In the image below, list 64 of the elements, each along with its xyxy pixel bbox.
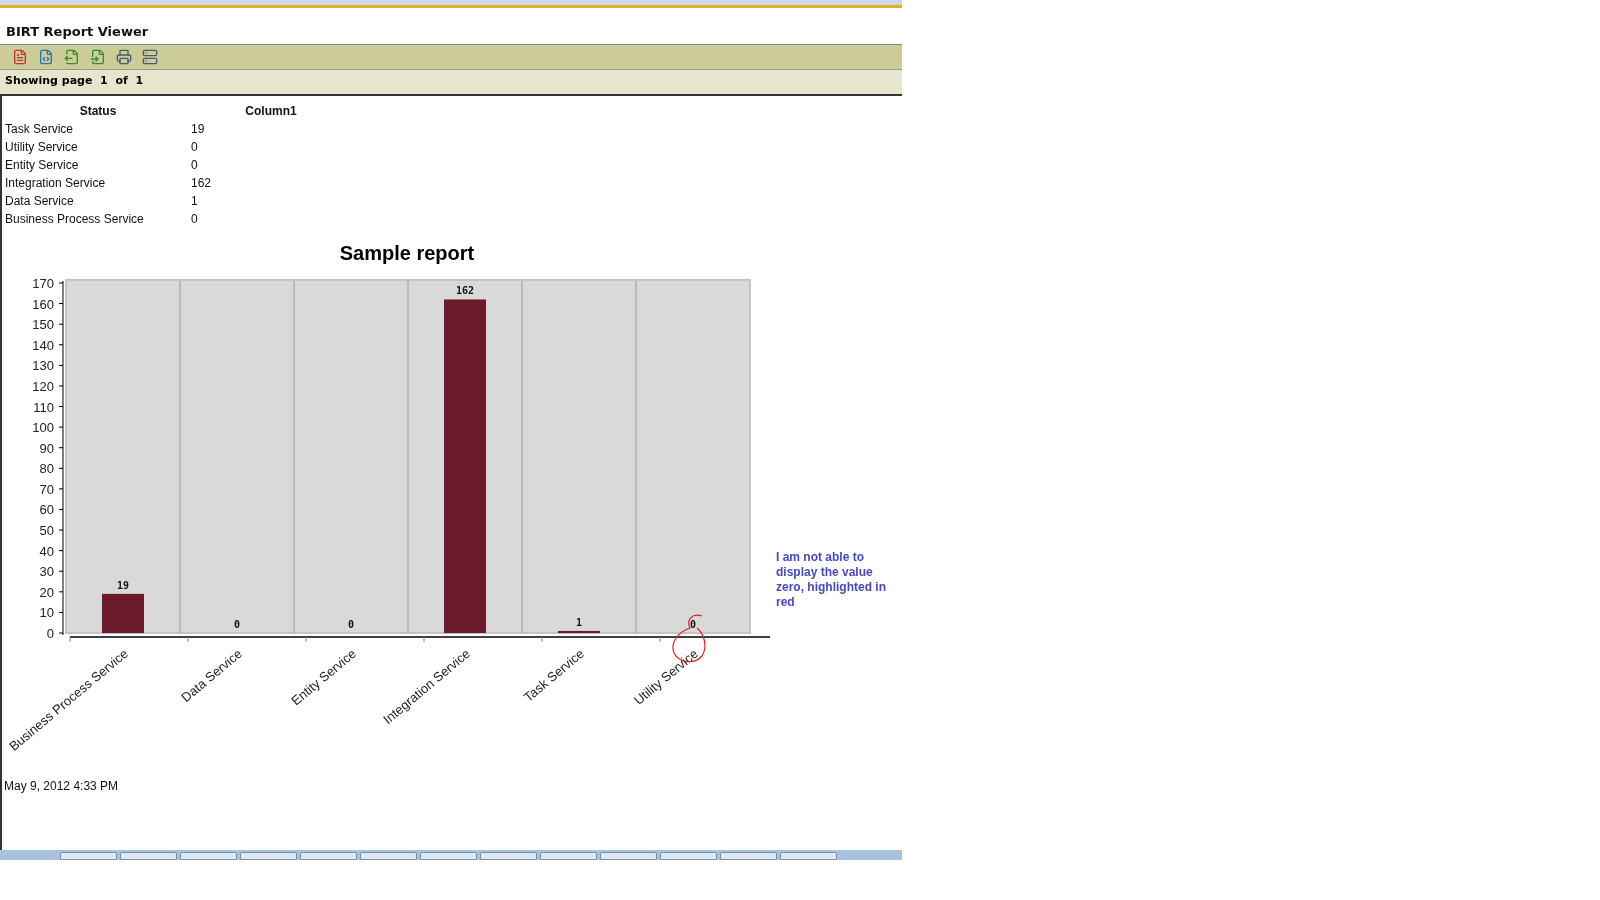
y-tick-label: 30 — [39, 563, 54, 579]
taskbar-button[interactable] — [300, 852, 357, 860]
y-tick-label: 160 — [32, 296, 54, 312]
table-cell-text: 0 — [191, 156, 199, 174]
y-tick-label: 40 — [39, 543, 54, 559]
import-document-icon[interactable] — [90, 48, 106, 65]
code-document-icon[interactable] — [38, 48, 54, 65]
bar-value-label: 1 — [576, 616, 582, 628]
report-timestamp: May 9, 2012 4:33 PM — [4, 777, 120, 795]
taskbar-button[interactable] — [480, 852, 537, 860]
y-tick-label: 70 — [39, 481, 54, 497]
bar-value-label: 0 — [690, 618, 696, 630]
taskbar-button[interactable] — [180, 852, 237, 860]
y-tick-label: 170 — [32, 275, 54, 291]
annotation-note: I am not able to display the value zero, highlighted in red — [776, 549, 887, 610]
taskbar-button[interactable] — [360, 852, 417, 860]
printer-icon[interactable] — [116, 48, 132, 65]
y-tick-label: 50 — [39, 522, 54, 538]
table-cell-text: 162 — [191, 174, 213, 192]
table-cell-text: 19 — [191, 120, 206, 138]
column-header: Status — [78, 102, 118, 120]
y-tick-label: 120 — [32, 378, 54, 394]
column-header: Column1 — [244, 102, 298, 120]
table-cell-text: Task Service — [5, 120, 75, 138]
bar-value-label: 162 — [455, 284, 475, 296]
taskbar-button[interactable] — [420, 852, 477, 860]
table-cell-text: Data Service — [5, 192, 75, 210]
y-tick-label: 110 — [33, 399, 54, 415]
taskbar-button[interactable] — [780, 852, 837, 860]
taskbar-button[interactable] — [540, 852, 597, 860]
server-icon[interactable] — [142, 48, 158, 65]
table-cell-text: Entity Service — [5, 156, 80, 174]
y-tick-label: 150 — [32, 316, 54, 332]
bar-value-label: 0 — [234, 618, 240, 630]
y-tick-label: 60 — [39, 501, 54, 517]
taskbar-button[interactable] — [120, 852, 177, 860]
table-cell-text: Integration Service — [5, 174, 107, 192]
y-tick-label: 100 — [32, 419, 54, 435]
table-cell-text: 0 — [191, 138, 199, 156]
page-status: Showing page 1 of 1 — [5, 73, 144, 90]
bar — [102, 593, 144, 633]
y-tick-label: 10 — [39, 604, 54, 620]
taskbar-button[interactable] — [240, 852, 297, 860]
chart-title: Sample report — [339, 240, 475, 266]
y-tick-label: 140 — [32, 337, 54, 353]
y-tick-label: 80 — [39, 460, 54, 476]
bar-value-label: 0 — [348, 618, 354, 630]
y-tick-label: 20 — [39, 584, 54, 600]
bar — [558, 630, 600, 633]
taskbar-button[interactable] — [660, 852, 717, 860]
taskbar-button[interactable] — [60, 852, 117, 860]
bar-value-label: 19 — [117, 579, 129, 591]
table-cell-text: Business Process Service — [5, 210, 145, 228]
export-document-icon[interactable] — [64, 48, 80, 65]
document-icon[interactable] — [12, 48, 28, 65]
taskbar-button[interactable] — [600, 852, 657, 860]
y-tick-label: 90 — [39, 440, 54, 456]
taskbar-button[interactable] — [720, 852, 777, 860]
viewer-title: BIRT Report Viewer — [6, 23, 150, 41]
table-cell-text: Utility Service — [5, 138, 79, 156]
table-cell-text: 1 — [191, 192, 199, 210]
y-tick-label: 130 — [32, 357, 54, 373]
table-cell-text: 0 — [191, 210, 199, 228]
y-tick-label: 0 — [46, 625, 54, 641]
